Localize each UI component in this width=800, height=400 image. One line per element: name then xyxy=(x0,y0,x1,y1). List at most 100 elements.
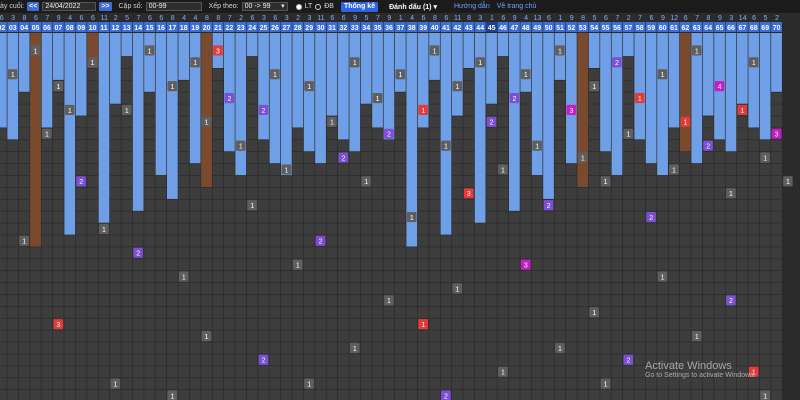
grid-cell xyxy=(201,259,212,271)
column-header-label: 40 xyxy=(431,25,439,32)
grid-cell xyxy=(611,282,623,295)
grid-cell xyxy=(566,211,577,223)
streak-bar xyxy=(178,33,190,80)
column-header-label: 11 xyxy=(100,25,108,32)
column-header-label: 02 xyxy=(0,25,5,32)
grid-cell xyxy=(588,282,600,295)
grid-cell xyxy=(41,211,53,223)
grid-cell xyxy=(224,354,235,366)
grid-cell xyxy=(64,271,76,283)
grid-cell xyxy=(680,390,691,400)
radio-db[interactable] xyxy=(315,3,322,10)
sort-select[interactable]: 00 -> 99 ▾ xyxy=(241,2,288,11)
grid-cell xyxy=(315,175,326,187)
hit-badge-label: 1 xyxy=(638,96,642,103)
grid-cell xyxy=(429,223,440,235)
home-link[interactable]: Về trang chủ xyxy=(497,3,537,10)
grid-cell xyxy=(53,140,64,152)
grid-cell xyxy=(577,187,589,199)
grid-cell xyxy=(41,223,53,235)
grid-cell xyxy=(121,223,133,235)
column-header-label: 59 xyxy=(647,25,655,32)
grid-cell xyxy=(702,235,714,247)
grid-cell xyxy=(668,128,680,140)
grid-cell xyxy=(691,366,703,378)
grid-cell xyxy=(623,294,634,306)
grid-cell xyxy=(110,282,121,295)
grid-cell xyxy=(588,187,600,199)
grid-cell xyxy=(349,282,361,295)
grid-cell xyxy=(53,342,64,354)
column-header-label: 31 xyxy=(328,25,336,32)
grid-cell xyxy=(725,330,737,342)
grid-cell xyxy=(520,175,532,187)
hit-badge-label: 1 xyxy=(387,298,391,305)
count-label: 3 xyxy=(262,15,266,22)
next-date-button[interactable]: >> xyxy=(99,2,112,11)
grid-cell xyxy=(737,175,748,187)
grid-cell xyxy=(360,330,372,342)
grid-cell xyxy=(338,330,349,342)
grid-cell xyxy=(372,390,383,400)
grid-cell xyxy=(691,163,703,176)
grid-cell xyxy=(497,199,509,211)
grid-cell xyxy=(737,128,748,140)
grid-cell xyxy=(383,378,395,390)
grid-cell xyxy=(132,306,144,318)
grid-cell xyxy=(748,152,760,164)
streak-bar xyxy=(645,33,657,164)
grid-cell xyxy=(577,390,589,400)
grid-cell xyxy=(269,199,281,211)
count-label: 8 xyxy=(581,15,585,22)
grid-cell xyxy=(429,259,440,271)
grid-cell xyxy=(53,354,64,366)
pair-input[interactable] xyxy=(145,2,202,11)
grid-cell xyxy=(0,318,7,330)
grid-cell xyxy=(520,223,532,235)
grid-cell xyxy=(725,282,737,295)
grid-cell xyxy=(189,330,201,342)
prev-date-button[interactable]: << xyxy=(27,2,40,11)
grid-cell xyxy=(292,330,304,342)
grid-cell xyxy=(281,199,292,211)
stats-button[interactable]: Thống kê xyxy=(340,1,379,12)
hit-badge-label: 1 xyxy=(307,84,311,91)
grid-cell xyxy=(132,330,144,342)
guide-link[interactable]: Hướng dẫn xyxy=(454,3,490,10)
grid-cell xyxy=(53,199,64,211)
grid-cell xyxy=(349,259,361,271)
grid-cell xyxy=(224,163,235,176)
count-label: 12 xyxy=(670,15,678,22)
column-header-label: 14 xyxy=(134,25,142,32)
grid-cell xyxy=(246,390,258,400)
column-header-label: 68 xyxy=(750,25,758,32)
grid-cell xyxy=(600,247,611,259)
mark-dropdown[interactable]: Đánh dấu (1) ▾ xyxy=(389,3,437,11)
grid-cell xyxy=(759,342,771,354)
streak-bar xyxy=(18,33,30,92)
grid-cell xyxy=(463,271,475,283)
grid-cell xyxy=(41,390,53,400)
hit-badge-label: 1 xyxy=(604,179,608,186)
date-input[interactable] xyxy=(42,2,97,11)
grid-cell xyxy=(554,271,566,283)
grid-cell xyxy=(600,306,611,318)
grid-cell xyxy=(212,68,224,80)
hit-badge-label: 1 xyxy=(740,108,744,115)
column-header-label: 46 xyxy=(499,25,507,32)
grid-cell xyxy=(64,282,76,295)
grid-cell xyxy=(759,175,771,187)
grid-cell xyxy=(702,199,714,211)
grid-cell xyxy=(748,140,760,152)
grid-cell xyxy=(18,318,30,330)
grid-cell xyxy=(645,187,657,199)
grid-cell xyxy=(497,140,509,152)
grid-cell xyxy=(531,282,543,295)
grid-cell xyxy=(623,92,634,104)
radio-lt[interactable] xyxy=(295,3,302,10)
grid-cell xyxy=(121,116,133,128)
grid-cell xyxy=(315,259,326,271)
streak-bar xyxy=(611,33,623,176)
streak-bar xyxy=(121,33,133,57)
grid-cell xyxy=(725,235,737,247)
